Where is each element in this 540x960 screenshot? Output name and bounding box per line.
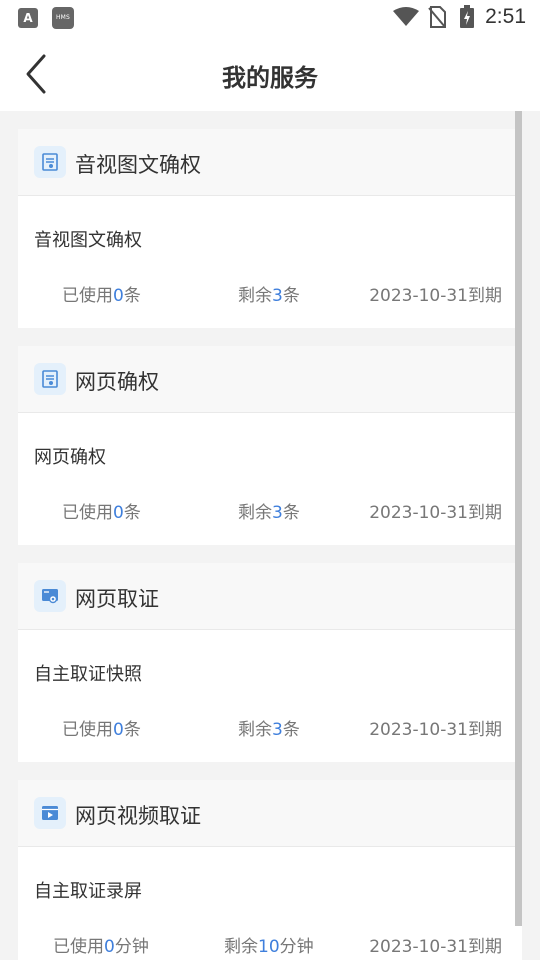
service-card: 网页取证 自主取证快照 已使用0条 剩余3条 2023-10-31到期 — [18, 563, 522, 762]
expiry-date: 2023-10-31到期 — [369, 503, 502, 523]
card-title: 网页视频取证 — [75, 804, 201, 828]
webpage-evidence-icon — [34, 580, 66, 612]
app-header: 我的服务 — [0, 36, 540, 111]
document-icon — [34, 363, 66, 395]
video-window-icon — [34, 797, 66, 829]
expiry-date: 2023-10-31到期 — [369, 720, 502, 740]
page-title: 我的服务 — [222, 64, 318, 92]
service-item-name: 自主取证录屏 — [34, 881, 142, 902]
card-header: 网页取证 — [18, 563, 522, 630]
card-header: 网页视频取证 — [18, 780, 522, 847]
card-title: 网页确权 — [75, 370, 159, 394]
remaining-count: 剩余10分钟 — [224, 937, 314, 957]
card-title: 网页取证 — [75, 587, 159, 611]
service-card: 音视图文确权 音视图文确权 已使用0条 剩余3条 2023-10-31到期 — [18, 129, 522, 328]
app-notification-icon: A — [18, 8, 38, 28]
card-header: 音视图文确权 — [18, 129, 522, 196]
card-title: 音视图文确权 — [75, 153, 201, 177]
service-item-name: 音视图文确权 — [34, 230, 142, 251]
used-count: 已使用0条 — [62, 503, 141, 523]
used-count: 已使用0分钟 — [53, 937, 149, 957]
status-bar: A HMS 2:51 — [0, 0, 540, 36]
hms-notification-icon: HMS — [52, 7, 74, 29]
expiry-date: 2023-10-31到期 — [369, 286, 502, 306]
service-item-name: 自主取证快照 — [34, 664, 142, 685]
expiry-date: 2023-10-31到期 — [369, 937, 502, 957]
used-count: 已使用0条 — [62, 720, 141, 740]
service-card: 网页视频取证 自主取证录屏 已使用0分钟 剩余10分钟 2023-10-31到期 — [18, 780, 522, 960]
service-item-name: 网页确权 — [34, 447, 106, 468]
scrollbar[interactable] — [515, 111, 522, 926]
remaining-count: 剩余3条 — [238, 720, 300, 740]
wifi-icon — [393, 7, 419, 26]
remaining-count: 剩余3条 — [238, 503, 300, 523]
document-icon — [34, 146, 66, 178]
used-count: 已使用0条 — [62, 286, 141, 306]
clock: 2:51 — [485, 5, 526, 28]
card-header: 网页确权 — [18, 346, 522, 413]
remaining-count: 剩余3条 — [238, 286, 300, 306]
battery-charging-icon — [460, 5, 474, 28]
service-card: 网页确权 网页确权 已使用0条 剩余3条 2023-10-31到期 — [18, 346, 522, 545]
no-sim-icon — [428, 6, 446, 28]
